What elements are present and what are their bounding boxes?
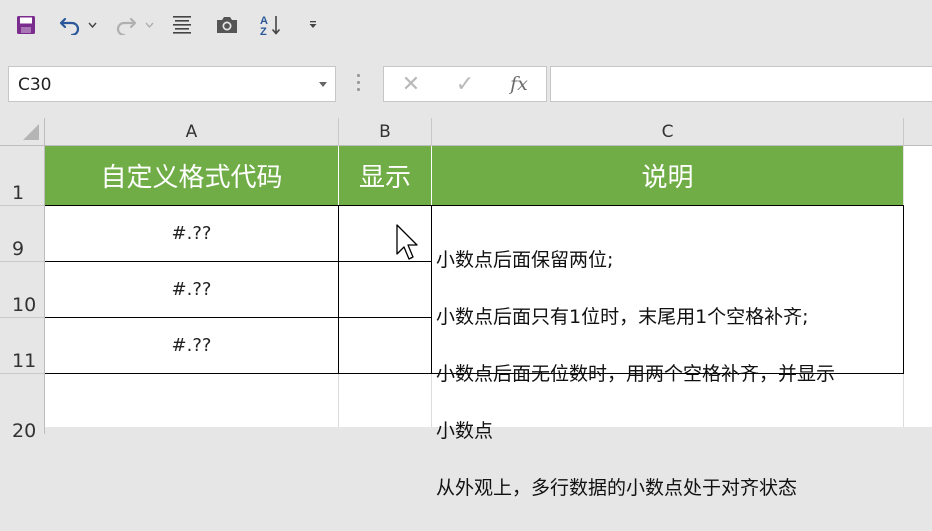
sort-icon[interactable]: A Z xyxy=(257,11,285,39)
undo-icon[interactable] xyxy=(56,11,84,39)
column-header-b[interactable]: B xyxy=(339,118,432,146)
name-box-value: C30 xyxy=(18,75,52,95)
select-all-button[interactable] xyxy=(0,118,45,146)
cell-b10[interactable] xyxy=(339,262,432,318)
column-header-d[interactable] xyxy=(904,118,932,146)
row-header-10[interactable]: 10 xyxy=(0,262,45,318)
formula-bar-buttons: ✕ ✓ fx xyxy=(383,66,547,102)
description-line: 小数点后面无位数时，用两个空格补齐，并显示 xyxy=(436,362,836,385)
insert-function-button[interactable]: fx xyxy=(499,67,539,101)
description-line: 从外观上，多行数据的小数点处于对齐状态 xyxy=(436,476,798,499)
align-icon[interactable] xyxy=(168,11,196,39)
row-number: 1 xyxy=(12,182,25,204)
row-number: 11 xyxy=(12,350,37,372)
enter-icon[interactable]: ✓ xyxy=(445,67,485,101)
gridline xyxy=(338,374,339,427)
quick-access-toolbar: A Z xyxy=(0,0,932,50)
name-box[interactable]: C30 xyxy=(8,66,336,102)
cell-b9[interactable] xyxy=(339,205,432,262)
spreadsheet-grid[interactable]: A B C 1 9 10 11 20 自定义格式代码 显示 说明 #.?? #.… xyxy=(0,118,932,499)
row-number: 20 xyxy=(12,420,37,442)
redo-icon[interactable] xyxy=(112,11,140,39)
cancel-icon[interactable]: ✕ xyxy=(391,67,431,101)
description-line: 小数点后面保留两位; xyxy=(436,248,614,271)
description-cell[interactable]: 小数点后面保留两位; 小数点后面只有1位时，末尾用1个空格补齐; 小数点后面无位… xyxy=(432,205,904,499)
row-number: 10 xyxy=(12,294,37,316)
column-header-c[interactable]: C xyxy=(432,118,904,146)
save-icon[interactable] xyxy=(12,11,40,39)
row-number: 9 xyxy=(12,238,25,260)
row-header-1[interactable]: 1 xyxy=(0,146,45,206)
chevron-down-icon[interactable] xyxy=(319,82,327,87)
formula-bar-grip[interactable] xyxy=(357,74,361,94)
svg-text:Z: Z xyxy=(260,26,267,37)
gridline xyxy=(431,374,432,427)
row-header-9[interactable]: 9 xyxy=(0,206,45,262)
cell-a11[interactable]: #.?? xyxy=(45,318,339,374)
customize-icon[interactable] xyxy=(306,11,320,39)
mouse-cursor-icon xyxy=(396,224,418,260)
cell-b11[interactable] xyxy=(339,318,432,374)
camera-icon[interactable] xyxy=(213,11,241,39)
gridline xyxy=(903,374,904,427)
row-header-11[interactable]: 11 xyxy=(0,318,45,374)
header-cell-format-code[interactable]: 自定义格式代码 xyxy=(45,146,339,205)
undo-dropdown-icon[interactable] xyxy=(86,11,98,39)
header-cell-display[interactable]: 显示 xyxy=(339,146,432,205)
row-header-20[interactable]: 20 xyxy=(0,374,45,442)
header-cell-description[interactable]: 说明 xyxy=(432,146,903,205)
redo-dropdown-icon[interactable] xyxy=(143,11,155,39)
formula-input[interactable] xyxy=(550,66,932,102)
cell-a9[interactable]: #.?? xyxy=(45,205,339,262)
column-header-a[interactable]: A xyxy=(45,118,339,146)
description-line: 小数点后面只有1位时，末尾用1个空格补齐; xyxy=(436,305,809,328)
cell-a10[interactable]: #.?? xyxy=(45,262,339,318)
description-line: 小数点 xyxy=(436,419,494,442)
